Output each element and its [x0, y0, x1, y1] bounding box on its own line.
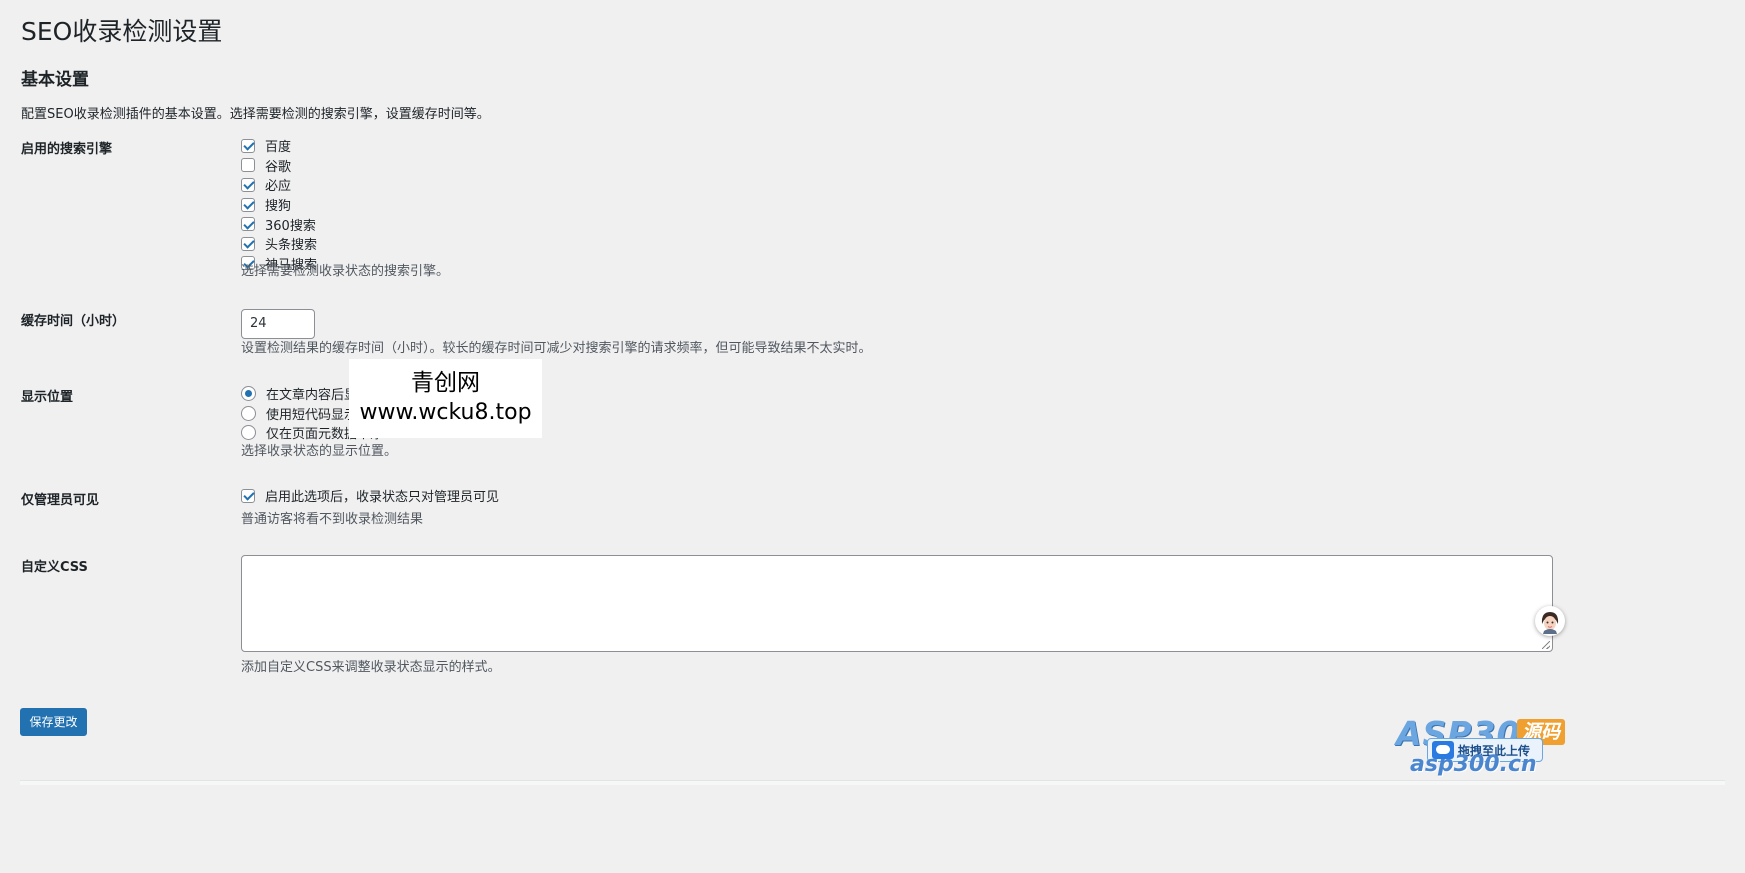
custom-css-description: 添加自定义CSS来调整收录状态显示的样式。: [241, 660, 501, 675]
footer-divider: [20, 780, 1725, 785]
page-title: SEO收录检测设置: [21, 17, 223, 46]
engine-option-label: 必应: [265, 179, 292, 195]
custom-css-label: 自定义CSS: [21, 560, 88, 575]
engine-option-label: 百度: [265, 140, 292, 156]
engine-option-google[interactable]: 谷歌: [241, 156, 317, 176]
engine-option-sogou[interactable]: 搜狗: [241, 195, 317, 215]
asp300-domain: asp300.cn: [1410, 752, 1537, 777]
admin-only-description: 普通访客将看不到收录检测结果: [241, 512, 424, 527]
section-title: 基本设置: [21, 70, 89, 90]
admin-only-option-label: 启用此选项后，收录状态只对管理员可见: [265, 490, 500, 506]
watermark-overlay: 青创网 www.wcku8.top: [349, 359, 542, 438]
save-changes-button[interactable]: 保存更改: [20, 708, 87, 736]
display-radio[interactable]: [241, 425, 256, 441]
engine-option-360[interactable]: 360搜索: [241, 214, 317, 234]
display-radio[interactable]: [241, 386, 256, 402]
engine-checkbox[interactable]: [241, 158, 255, 173]
engine-option-label: 360搜索: [265, 218, 316, 234]
cache-label: 缓存时间（小时）: [21, 314, 126, 329]
avatar-face-icon: [1536, 607, 1564, 635]
cache-hours-input[interactable]: 24: [241, 309, 315, 339]
section-description: 配置SEO收录检测插件的基本设置。选择需要检测的搜索引擎，设置缓存时间等。: [21, 107, 490, 122]
admin-only-label: 仅管理员可见: [21, 493, 100, 508]
engine-checkbox[interactable]: [241, 236, 255, 251]
display-radio[interactable]: [241, 405, 256, 421]
admin-only-field: 启用此选项后，收录状态只对管理员可见: [241, 486, 499, 506]
admin-only-option[interactable]: 启用此选项后，收录状态只对管理员可见: [241, 486, 499, 506]
engine-checkbox[interactable]: [241, 138, 255, 153]
display-description: 选择收录状态的显示位置。: [241, 444, 398, 459]
engine-option-label: 谷歌: [265, 159, 292, 175]
custom-css-textarea[interactable]: [241, 555, 1553, 652]
admin-only-checkbox[interactable]: [241, 488, 255, 503]
engine-option-toutiao[interactable]: 头条搜索: [241, 234, 317, 254]
engine-option-label: 搜狗: [265, 199, 292, 215]
engines-description: 选择需要检测收录状态的搜索引擎。: [241, 264, 450, 279]
assistant-avatar-icon[interactable]: [1535, 606, 1565, 636]
engines-label: 启用的搜索引擎: [21, 142, 113, 157]
watermark-url: www.wcku8.top: [359, 400, 532, 425]
engines-checkbox-group: 百度 谷歌 必应 搜狗 360搜索 头条搜索 神马搜索: [241, 136, 317, 273]
engine-checkbox[interactable]: [241, 177, 255, 192]
engine-checkbox[interactable]: [241, 217, 255, 232]
engine-option-bing[interactable]: 必应: [241, 175, 317, 195]
resize-grip-icon[interactable]: [1542, 641, 1550, 649]
engine-option-label: 头条搜索: [265, 238, 318, 254]
display-label: 显示位置: [21, 390, 74, 405]
engine-option-baidu[interactable]: 百度: [241, 136, 317, 156]
cache-description: 设置检测结果的缓存时间（小时）。较长的缓存时间可减少对搜索引擎的请求频率，但可能…: [241, 341, 872, 356]
watermark-title: 青创网: [411, 370, 480, 396]
engine-checkbox[interactable]: [241, 197, 255, 212]
